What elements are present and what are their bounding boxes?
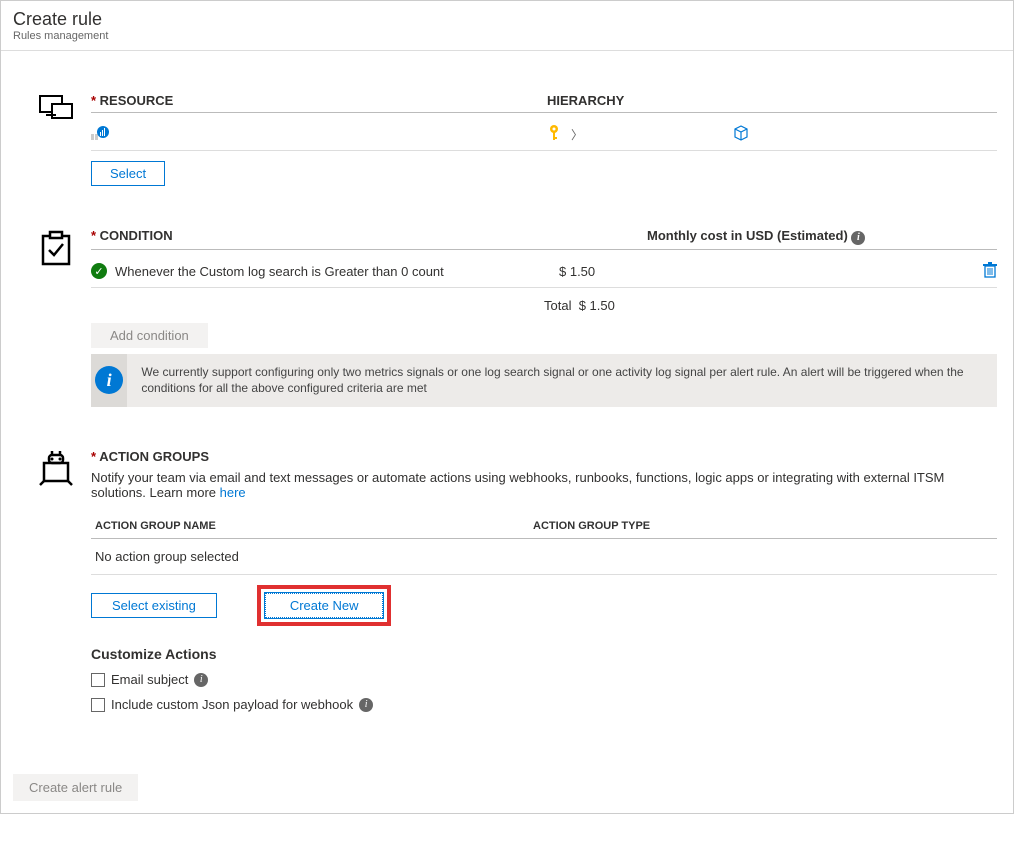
page-header: Create rule Rules management [1, 1, 1013, 51]
key-icon [547, 125, 561, 144]
select-existing-button[interactable]: Select existing [91, 593, 217, 618]
delete-icon[interactable] [983, 265, 997, 281]
action-groups-section: ACTION GROUPS Notify your team via email… [1, 437, 1013, 722]
select-resource-button[interactable]: Select [91, 161, 165, 186]
condition-text[interactable]: Whenever the Custom log search is Greate… [115, 264, 444, 279]
email-subject-checkbox[interactable] [91, 673, 105, 687]
col-action-group-name: ACTION GROUP NAME [95, 520, 533, 532]
condition-cost: $ 1.50 [499, 264, 967, 279]
email-subject-label: Email subject [111, 672, 188, 687]
col-action-group-type: ACTION GROUP TYPE [533, 520, 993, 532]
json-payload-checkbox[interactable] [91, 698, 105, 712]
info-icon[interactable]: i [359, 698, 373, 712]
total-label: Total [544, 298, 571, 313]
footer: Create alert rule [1, 762, 1013, 813]
page-title: Create rule [13, 9, 1001, 30]
action-groups-section-icon [21, 449, 91, 487]
monthly-cost-label: Monthly cost in USD (Estimated) [647, 228, 848, 243]
create-rule-page: Create rule Rules management RESOURCE HI… [0, 0, 1014, 814]
info-banner-icon: i [95, 366, 123, 394]
json-payload-label: Include custom Json payload for webhook [111, 697, 353, 712]
learn-more-link[interactable]: here [220, 485, 246, 500]
info-icon[interactable]: i [851, 231, 865, 245]
condition-label: CONDITION [91, 228, 173, 243]
page-subtitle: Rules management [13, 30, 1001, 42]
add-condition-button[interactable]: Add condition [91, 323, 208, 348]
hierarchy-label: HIERARCHY [547, 93, 624, 108]
action-group-empty: No action group selected [91, 539, 997, 575]
customize-actions-title: Customize Actions [91, 646, 997, 662]
condition-section: CONDITION Monthly cost in USD (Estimated… [1, 216, 1013, 437]
chevron-right-icon: 〉 [571, 126, 583, 143]
total-value: $ 1.50 [579, 298, 615, 313]
create-alert-rule-button[interactable]: Create alert rule [13, 774, 138, 801]
resource-section: RESOURCE HIERARCHY 〉 Select [1, 81, 1013, 216]
info-banner: i We currently support configuring only … [91, 354, 997, 408]
create-new-highlight: Create New [257, 585, 392, 626]
info-icon[interactable]: i [194, 673, 208, 687]
resource-label: RESOURCE [91, 93, 173, 108]
content-area: RESOURCE HIERARCHY 〉 Select [1, 51, 1013, 762]
info-banner-text: We currently support configuring only tw… [127, 354, 997, 408]
resource-section-icon [21, 93, 91, 125]
condition-section-icon [21, 228, 91, 266]
app-insights-icon [91, 128, 109, 143]
cube-icon [733, 125, 749, 144]
check-icon: ✓ [91, 263, 107, 279]
action-groups-label: ACTION GROUPS [91, 449, 209, 464]
create-new-button[interactable]: Create New [265, 593, 384, 618]
